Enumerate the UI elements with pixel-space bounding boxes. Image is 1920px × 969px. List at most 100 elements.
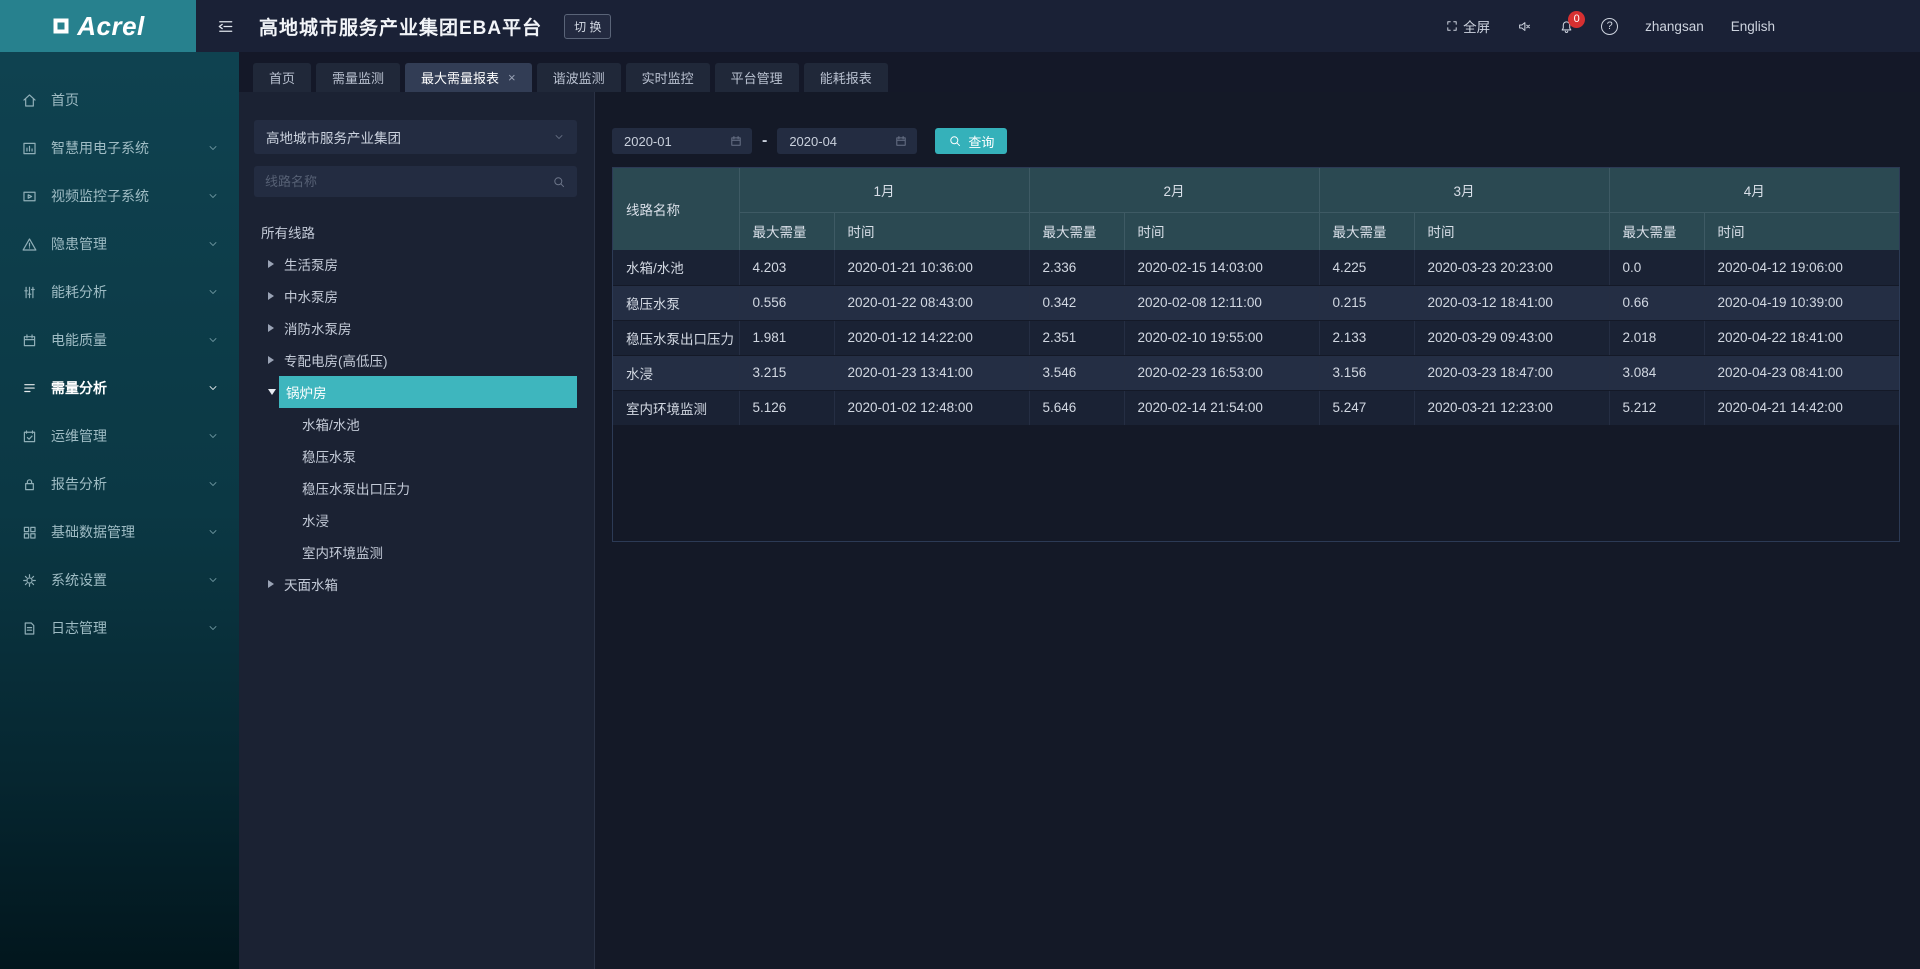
sidebar-item-log[interactable]: 日志管理 bbox=[0, 604, 239, 652]
sidebar-item-home[interactable]: 首页 bbox=[0, 76, 239, 124]
sidebar-item-label: 日志管理 bbox=[51, 618, 107, 638]
tab-label: 谐波监测 bbox=[553, 68, 605, 87]
table-row[interactable]: 稳压水泵出口压力1.9812020-01-12 14:22:002.351202… bbox=[613, 320, 1899, 355]
query-toolbar: 2020-01 - 2020-04 查询 bbox=[612, 128, 1900, 154]
cell-max-demand: 4.203 bbox=[739, 250, 834, 285]
tree-node[interactable]: 稳压水泵 bbox=[254, 440, 577, 472]
cell-max-demand: 2.351 bbox=[1029, 320, 1124, 355]
tree-node-label: 天面水箱 bbox=[284, 574, 338, 594]
sidebar-item-ops[interactable]: 运维管理 bbox=[0, 412, 239, 460]
notifications-button[interactable]: 0 bbox=[1559, 19, 1574, 34]
organization-select[interactable]: 高地城市服务产业集团 bbox=[254, 120, 577, 154]
tree-arrow-right-icon[interactable] bbox=[268, 356, 274, 364]
sidebar-item-base-data[interactable]: 基础数据管理 bbox=[0, 508, 239, 556]
tree-node[interactable]: 中水泵房 bbox=[254, 280, 577, 312]
home-icon bbox=[21, 92, 38, 109]
tree-node[interactable]: 锅炉房 bbox=[254, 376, 577, 408]
sidebar-item-power-quality[interactable]: 电能质量 bbox=[0, 316, 239, 364]
sidebar-item-video-monitor[interactable]: 视频监控子系统 bbox=[0, 172, 239, 220]
collapse-menu-icon[interactable] bbox=[216, 17, 235, 36]
end-date-value: 2020-04 bbox=[789, 134, 837, 149]
tree-arrow-right-icon[interactable] bbox=[268, 260, 274, 268]
tree-node[interactable]: 稳压水泵出口压力 bbox=[254, 472, 577, 504]
tree-arrow-down-icon[interactable] bbox=[268, 389, 276, 395]
tab-7[interactable]: 能耗报表 bbox=[804, 63, 888, 92]
sidebar-item-label: 系统设置 bbox=[51, 570, 107, 590]
tree-node-label: 中水泵房 bbox=[284, 286, 338, 306]
mute-button[interactable] bbox=[1517, 19, 1532, 34]
tab-6[interactable]: 平台管理 bbox=[715, 63, 799, 92]
tree-node[interactable]: 水浸 bbox=[254, 504, 577, 536]
cell-max-demand: 5.247 bbox=[1319, 390, 1414, 425]
calendar-check-icon bbox=[21, 428, 38, 445]
sidebar-item-energy[interactable]: 能耗分析 bbox=[0, 268, 239, 316]
gear-icon bbox=[21, 572, 38, 589]
cell-time: 2020-04-21 14:42:00 bbox=[1704, 390, 1899, 425]
search-icon[interactable] bbox=[552, 175, 566, 189]
table-row[interactable]: 稳压水泵0.5562020-01-22 08:43:000.3422020-02… bbox=[613, 285, 1899, 320]
cell-max-demand: 0.0 bbox=[1609, 250, 1704, 285]
cell-time: 2020-03-29 09:43:00 bbox=[1414, 320, 1609, 355]
switch-button[interactable]: 切 换 bbox=[564, 14, 611, 39]
sidebar-item-label: 报告分析 bbox=[51, 474, 107, 494]
tree-node[interactable]: 水箱/水池 bbox=[254, 408, 577, 440]
cell-time: 2020-03-23 20:23:00 bbox=[1414, 250, 1609, 285]
tree-arrow-right-icon[interactable] bbox=[268, 292, 274, 300]
tree-node[interactable]: 消防水泵房 bbox=[254, 312, 577, 344]
tab-label: 首页 bbox=[269, 68, 295, 87]
fullscreen-button[interactable]: 全屏 bbox=[1445, 16, 1490, 36]
cell-time: 2020-04-19 10:39:00 bbox=[1704, 285, 1899, 320]
chart-icon bbox=[21, 140, 38, 157]
tree-node-label: 所有线路 bbox=[261, 222, 315, 242]
user-menu[interactable]: zhangsan bbox=[1645, 19, 1704, 34]
cell-max-demand: 3.084 bbox=[1609, 355, 1704, 390]
cell-max-demand: 0.215 bbox=[1319, 285, 1414, 320]
sidebar-item-label: 电能质量 bbox=[51, 330, 107, 350]
sidebar-item-smart-power[interactable]: 智慧用电子系统 bbox=[0, 124, 239, 172]
cell-line-name: 稳压水泵出口压力 bbox=[613, 320, 739, 355]
query-button[interactable]: 查询 bbox=[935, 128, 1007, 154]
tab-3[interactable]: 最大需量报表× bbox=[405, 63, 532, 92]
sidebar-item-settings[interactable]: 系统设置 bbox=[0, 556, 239, 604]
close-icon[interactable]: × bbox=[508, 70, 516, 85]
tab-2[interactable]: 需量监测 bbox=[316, 63, 400, 92]
sliders-icon bbox=[21, 284, 38, 301]
tree-arrow-right-icon[interactable] bbox=[268, 324, 274, 332]
cell-time: 2020-02-15 14:03:00 bbox=[1124, 250, 1319, 285]
table-row[interactable]: 水浸3.2152020-01-23 13:41:003.5462020-02-2… bbox=[613, 355, 1899, 390]
language-switch[interactable]: English bbox=[1731, 19, 1775, 34]
tree-arrow-right-icon[interactable] bbox=[268, 580, 274, 588]
end-date-picker[interactable]: 2020-04 bbox=[777, 128, 917, 154]
line-search-input[interactable] bbox=[265, 174, 552, 189]
tree-node[interactable]: 专配电房(高低压) bbox=[254, 344, 577, 376]
tab-4[interactable]: 谐波监测 bbox=[537, 63, 621, 92]
cell-line-name: 稳压水泵 bbox=[613, 285, 739, 320]
cell-max-demand: 3.156 bbox=[1319, 355, 1414, 390]
sidebar-item-label: 运维管理 bbox=[51, 426, 107, 446]
tree-node[interactable]: 天面水箱 bbox=[254, 568, 577, 600]
cell-max-demand: 3.215 bbox=[739, 355, 834, 390]
tree-node[interactable]: 室内环境监测 bbox=[254, 536, 577, 568]
table-row[interactable]: 水箱/水池4.2032020-01-21 10:36:002.3362020-0… bbox=[613, 250, 1899, 285]
tab-5[interactable]: 实时监控 bbox=[626, 63, 710, 92]
sidebar-item-report[interactable]: 报告分析 bbox=[0, 460, 239, 508]
tab-1[interactable]: 首页 bbox=[253, 63, 311, 92]
cell-max-demand: 3.546 bbox=[1029, 355, 1124, 390]
sidebar-item-hazard[interactable]: 隐患管理 bbox=[0, 220, 239, 268]
line-tree: 所有线路生活泵房中水泵房消防水泵房专配电房(高低压)锅炉房水箱/水池稳压水泵稳压… bbox=[254, 216, 577, 600]
tree-node[interactable]: 所有线路 bbox=[254, 216, 577, 248]
sidebar-item-demand[interactable]: 需量分析 bbox=[0, 364, 239, 412]
chevron-down-icon bbox=[207, 334, 219, 346]
topbar-right: 全屏 0 ? zhangsan English bbox=[1445, 16, 1920, 36]
top-header: Acrel 高地城市服务产业集团EBA平台 切 换 全屏 0 ? zhangsa… bbox=[0, 0, 1920, 52]
sidebar-item-label: 隐患管理 bbox=[51, 234, 107, 254]
table-row[interactable]: 室内环境监测5.1262020-01-02 12:48:005.6462020-… bbox=[613, 390, 1899, 425]
column-header-max-demand: 最大需量 bbox=[1319, 212, 1414, 250]
cell-max-demand: 0.556 bbox=[739, 285, 834, 320]
tree-node[interactable]: 生活泵房 bbox=[254, 248, 577, 280]
start-date-picker[interactable]: 2020-01 bbox=[612, 128, 752, 154]
query-button-label: 查询 bbox=[968, 132, 994, 151]
help-button[interactable]: ? bbox=[1601, 18, 1618, 35]
cell-time: 2020-03-12 18:41:00 bbox=[1414, 285, 1609, 320]
sidebar-item-label: 首页 bbox=[51, 90, 79, 110]
